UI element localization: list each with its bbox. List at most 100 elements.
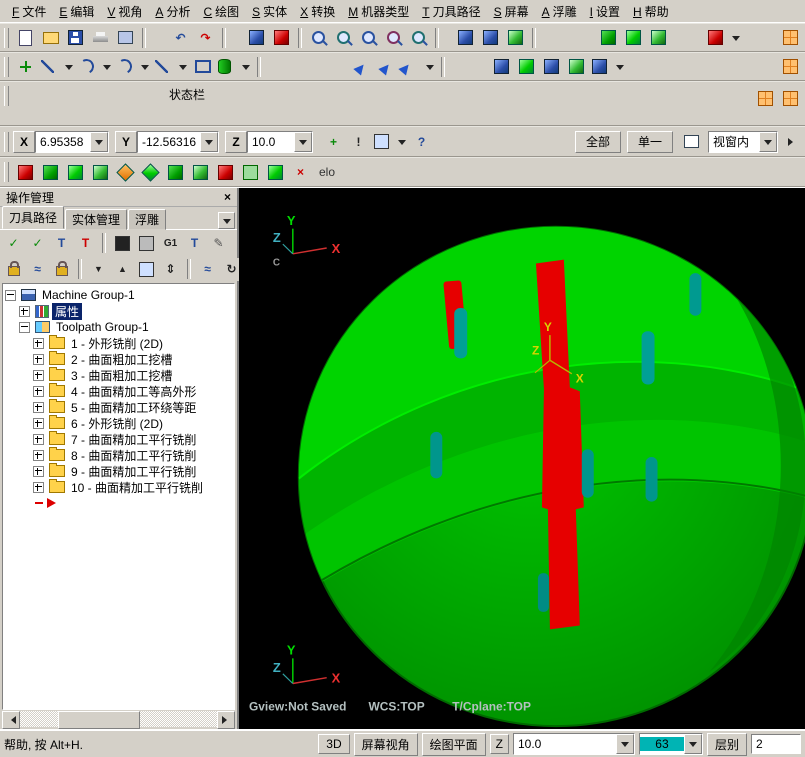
redo-button[interactable]: ↷: [193, 25, 218, 50]
expand-icon[interactable]: [33, 417, 44, 429]
y-coord-dropdown[interactable]: [200, 131, 218, 152]
delete-entity-button[interactable]: [705, 25, 743, 50]
selection-mode-combo[interactable]: 视窗内: [708, 130, 778, 153]
open-file-button[interactable]: [38, 25, 63, 50]
properties-label[interactable]: 属性: [52, 302, 83, 320]
layout-button-1[interactable]: [753, 86, 778, 110]
zoom-in-button[interactable]: [356, 25, 381, 50]
select-picker-button[interactable]: [679, 129, 704, 154]
chain-button[interactable]: [188, 160, 213, 184]
zoom-out-button[interactable]: [381, 25, 406, 50]
menu-edit[interactable]: E 编辑: [53, 1, 100, 22]
toolpath-contour-button[interactable]: [489, 54, 514, 79]
toolpath-pocket-button[interactable]: [514, 54, 539, 79]
menu-machine-type[interactable]: M 机器类型: [342, 1, 415, 22]
z-coord-value[interactable]: 10.0: [248, 135, 294, 149]
shade-on-button[interactable]: [596, 25, 621, 50]
tab-solids[interactable]: 实体管理: [65, 209, 128, 230]
selection-mode-value[interactable]: 视窗内: [709, 133, 759, 150]
expand-icon[interactable]: [33, 401, 44, 413]
tree-op-row[interactable]: 4 - 曲面精加工等高外形: [5, 383, 234, 399]
green-diamond-button[interactable]: [138, 160, 163, 184]
zoom-fit-button[interactable]: [406, 25, 431, 50]
color-value[interactable]: 63: [639, 737, 684, 751]
regen-selected-button[interactable]: ✓: [26, 231, 49, 255]
autocursor-config-button[interactable]: [371, 129, 409, 154]
scroll-left-button[interactable]: [2, 711, 20, 729]
operation-label[interactable]: 10 - 曲面精加工平行铣削: [68, 479, 206, 496]
operation-label[interactable]: 2 - 曲面粗加工挖槽: [68, 351, 175, 368]
zoom-target-button[interactable]: [331, 25, 356, 50]
close-panel-button[interactable]: ×: [220, 190, 235, 204]
scroll-right-button[interactable]: [217, 711, 235, 729]
menu-help[interactable]: H 帮助: [627, 1, 675, 22]
save-file-button[interactable]: [63, 25, 88, 50]
undo-button[interactable]: ↶: [168, 25, 193, 50]
create-surface-button[interactable]: [215, 54, 253, 79]
y-coord-combo[interactable]: -12.56316: [137, 130, 219, 153]
view-orient-button[interactable]: [503, 25, 528, 50]
insert-arrow-row[interactable]: [5, 495, 234, 511]
color-dropdown[interactable]: [683, 734, 702, 754]
tree-properties-row[interactable]: 属性: [5, 302, 234, 320]
tabs-dropdown-button[interactable]: [218, 212, 235, 229]
display-wire-button[interactable]: [135, 231, 158, 255]
viewport-canvas[interactable]: Y Z X C Y Z X Y Z X Gview:Not Saved WCS:…: [239, 188, 805, 729]
z-depth-button[interactable]: Z: [489, 734, 509, 754]
x-coord-dropdown[interactable]: [90, 131, 108, 152]
menu-settings[interactable]: I 设置: [584, 1, 626, 22]
menu-art[interactable]: A 浮雕: [536, 1, 583, 22]
y-coord-button[interactable]: Y: [115, 130, 137, 153]
x-coord-value[interactable]: 6.95358: [36, 135, 90, 149]
toolbar-grip[interactable]: [4, 162, 9, 182]
tree-op-row[interactable]: 1 - 外形铣削 (2D): [5, 335, 234, 351]
select-all-button[interactable]: 全部: [574, 130, 621, 153]
create-point-button[interactable]: [13, 54, 38, 79]
menu-solids[interactable]: S 实体: [246, 1, 293, 22]
g1-button[interactable]: G1: [159, 231, 182, 255]
tool-manager-button[interactable]: [163, 160, 188, 184]
expand-icon[interactable]: [33, 385, 44, 397]
analyze-distance-button[interactable]: [374, 54, 399, 79]
fastpoint-button[interactable]: +: [321, 129, 346, 154]
help-button[interactable]: ?: [409, 129, 434, 154]
create-arc-button[interactable]: [76, 54, 114, 79]
x-coord-combo[interactable]: 6.95358: [35, 130, 109, 153]
stock-setup-button[interactable]: [88, 160, 113, 184]
tab-toolpaths[interactable]: 刀具路径: [2, 206, 65, 229]
ribbon-overflow-button[interactable]: [778, 129, 803, 154]
toolpath-face-button[interactable]: [564, 54, 589, 79]
repaint-button[interactable]: [244, 25, 269, 50]
expand-icon[interactable]: [19, 305, 30, 317]
level-field[interactable]: 2: [751, 734, 801, 754]
tree-toolpath-group-row[interactable]: Toolpath Group-1: [5, 319, 234, 335]
tree-op-row[interactable]: 7 - 曲面精加工平行铣削: [5, 431, 234, 447]
grid-snap-button[interactable]: [778, 54, 803, 79]
create-line-button[interactable]: [38, 54, 76, 79]
override-button[interactable]: !: [346, 129, 371, 154]
graphics-viewport[interactable]: Y Z X C Y Z X Y Z X Gview:Not Saved WCS:…: [239, 188, 805, 729]
operation-label[interactable]: 6 - 外形铣削 (2D): [68, 415, 166, 432]
expand-icon[interactable]: [33, 353, 44, 365]
mode-3d-button[interactable]: 3D: [318, 734, 350, 754]
toolpath-surface-button[interactable]: [589, 54, 627, 79]
operation-label[interactable]: 8 - 曲面精加工平行铣削: [68, 447, 199, 464]
draw-plane-button[interactable]: 绘图平面: [421, 732, 486, 756]
highfeed-button[interactable]: [213, 160, 238, 184]
move-down-button[interactable]: ▼: [87, 257, 110, 281]
toolbar-grip[interactable]: [4, 131, 9, 152]
z-depth-combo[interactable]: 10.0: [512, 733, 635, 755]
y-coord-value[interactable]: -12.56316: [138, 135, 200, 149]
verify-button[interactable]: [38, 160, 63, 184]
toolbar-grip[interactable]: [4, 86, 9, 106]
create-spline-button[interactable]: [152, 54, 190, 79]
screen-grab-button[interactable]: [113, 25, 138, 50]
new-file-button[interactable]: [13, 25, 38, 50]
machine-group-label[interactable]: Machine Group-1: [39, 288, 138, 302]
expand-icon[interactable]: [33, 449, 44, 461]
wireframe-button[interactable]: [646, 25, 671, 50]
scroll-track[interactable]: [140, 711, 217, 727]
lock-post-button[interactable]: [50, 257, 73, 281]
pan-button[interactable]: [478, 25, 503, 50]
toolpath-group-label[interactable]: Toolpath Group-1: [53, 320, 152, 334]
